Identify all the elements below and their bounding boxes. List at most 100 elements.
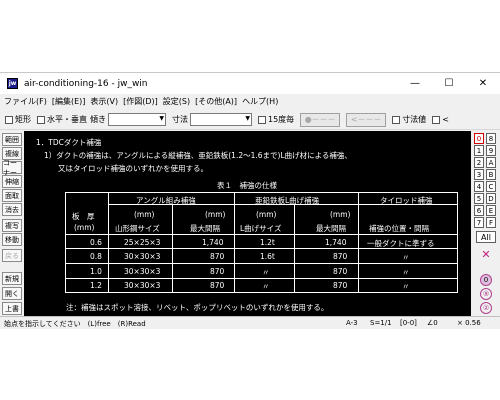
status-sheet[interactable]: A-3 <box>346 319 358 327</box>
window-title: air-conditioning-16 - jw_win <box>24 78 148 89</box>
maximize-button[interactable]: ☐ <box>432 73 466 94</box>
layer-3-button[interactable]: 3 <box>474 169 484 180</box>
cell-angle-size: 30×30×3 <box>124 252 161 261</box>
header-mm-1: (mm) <box>134 210 155 219</box>
layer-6-button[interactable]: 6 <box>474 205 484 216</box>
header-angle-size: 山形鋼サイズ <box>115 224 160 233</box>
layer-group-9-icon[interactable]: ⑨ <box>480 288 492 300</box>
open-file-button[interactable]: 開く <box>2 287 22 300</box>
cell-angle-size: 25×25×3 <box>124 238 161 247</box>
layer-5-button[interactable]: 5 <box>474 193 484 204</box>
rect-checkbox[interactable] <box>5 115 13 124</box>
drawing-canvas[interactable]: 1．TDCダクト補強 1）ダクトの補強は、アングルによる縦補強、亜鉛鉄板(1.2… <box>24 131 471 316</box>
cell-angle-size: 30×30×3 <box>124 267 161 276</box>
stretch-button[interactable]: 伸縮 <box>2 175 22 188</box>
layer-f-button[interactable]: F <box>486 217 496 228</box>
chamfer-button[interactable]: 面取 <box>2 189 22 202</box>
title-bar: jw air-conditioning-16 - jw_win — ☐ ✕ <box>0 73 500 94</box>
cell-max-2: 870 <box>333 267 348 276</box>
cell-thickness: 0.8 <box>90 252 102 261</box>
angle-select[interactable]: ▼ <box>108 113 166 126</box>
menu-file[interactable]: ファイル(F) <box>4 96 47 107</box>
circle-mode-button[interactable]: ●－－－ <box>300 112 341 127</box>
status-message: 始点を指示してください (L)free (R)Read <box>4 320 146 328</box>
erase-button[interactable]: 消去 <box>2 203 22 216</box>
layer-group-0-icon[interactable]: 0 <box>480 274 492 286</box>
status-bar: 始点を指示してください (L)free (R)Read A-3 S=1/1 [0… <box>0 316 500 329</box>
cell-max-1: 870 <box>210 267 225 276</box>
menu-help[interactable]: ヘルプ(H) <box>242 96 278 107</box>
header-pos-spacing: 補強の位置・間隔 <box>369 224 429 233</box>
layer-group-2-icon[interactable]: ② <box>480 302 492 314</box>
note-text: 注：補強はスポット溶接、リベット、ポップリベットのいずれかを使用する。 <box>66 303 329 312</box>
status-angle[interactable]: ∠0 <box>427 319 438 327</box>
cell-l-size: 1.2t <box>260 238 275 247</box>
deg15-checkbox[interactable] <box>258 115 266 124</box>
layer-b-button[interactable]: B <box>486 169 496 180</box>
undo-button[interactable]: 戻る <box>2 249 22 262</box>
layer-7-button[interactable]: 7 <box>474 217 484 228</box>
layer-4-button[interactable]: 4 <box>474 181 484 192</box>
dimvalue-label: 寸法値 <box>402 115 427 124</box>
status-scale[interactable]: S=1/1 <box>370 319 392 327</box>
lt-checkbox[interactable] <box>432 115 441 124</box>
new-file-button[interactable]: 新規 <box>2 272 22 285</box>
menu-settings[interactable]: 設定(S) <box>163 96 190 107</box>
menu-other[interactable]: [その他(A)] <box>195 96 237 107</box>
cell-max-2: 870 <box>333 252 348 261</box>
cell-max-2: 1,740 <box>325 238 347 247</box>
layer-e-button[interactable]: E <box>486 205 496 216</box>
status-layer[interactable]: [0-0] <box>400 319 417 327</box>
cell-max-1: 1,740 <box>202 238 224 247</box>
header-l-size: L曲げサイズ <box>240 224 282 233</box>
minimize-button[interactable]: — <box>398 73 432 94</box>
copy-button[interactable]: 複写 <box>2 219 22 232</box>
body-line-2: 又はタイロッド補強のいずれかを使用する。 <box>58 164 208 173</box>
app-icon: jw <box>7 78 18 89</box>
all-layers-button[interactable]: All <box>476 231 496 243</box>
cell-thickness: 1.2 <box>90 281 102 290</box>
layer-8-button[interactable]: 8 <box>486 133 496 144</box>
layer-2-button[interactable]: 2 <box>474 157 484 168</box>
table-line <box>358 192 359 293</box>
layer-a-button[interactable]: A <box>486 157 496 168</box>
cell-max-1: 870 <box>210 281 225 290</box>
overwrite-button[interactable]: 上書 <box>2 302 22 315</box>
layer-9-button[interactable]: 9 <box>486 145 496 156</box>
dimvalue-checkbox[interactable] <box>392 115 401 124</box>
table-line <box>65 278 458 279</box>
range-button[interactable]: 範囲 <box>2 133 22 146</box>
cell-thickness: 1.0 <box>90 267 102 276</box>
dim-select[interactable]: ▼ <box>190 113 252 126</box>
angle-label: 傾き <box>90 115 106 124</box>
cell-l-size: 〃 <box>262 268 270 277</box>
layer-0-button[interactable]: 0 <box>474 133 484 144</box>
toolbar: 矩形 水平・垂直 傾き ▼ 寸法 ▼ 15度毎 ●－－－ <－－－ 寸法値 < <box>0 110 500 130</box>
cell-max-1: 870 <box>210 252 225 261</box>
close-x-icon[interactable]: ✕ <box>476 248 496 261</box>
status-zoom[interactable]: × 0.56 <box>457 319 481 327</box>
app-window: jw air-conditioning-16 - jw_win — ☐ ✕ ファ… <box>0 72 500 329</box>
table-line <box>234 192 235 293</box>
menu-bar: ファイル(F) [編集(E)] 表示(V) [作図(D)] 設定(S) [その他… <box>0 94 500 109</box>
arrow-mode-button[interactable]: <－－－ <box>346 112 387 127</box>
header-mm-4: (mm) <box>330 210 351 219</box>
menu-draw[interactable]: [作図(D)] <box>123 96 158 107</box>
cell-angle-size: 30×30×3 <box>124 281 161 290</box>
header-angle: アングル組み補強 <box>136 196 196 205</box>
header-galv: 亜鉛鉄板L曲げ補強 <box>255 196 320 205</box>
layer-1-button[interactable]: 1 <box>474 145 484 156</box>
heading-text: 1．TDCダクト補強 <box>36 138 102 147</box>
hv-checkbox[interactable] <box>37 115 45 124</box>
layer-d-button[interactable]: D <box>486 193 496 204</box>
close-button[interactable]: ✕ <box>466 73 500 94</box>
menu-view[interactable]: 表示(V) <box>90 96 118 107</box>
layer-c-button[interactable]: C <box>486 181 496 192</box>
menu-edit[interactable]: [編集(E)] <box>52 96 86 107</box>
move-button[interactable]: 移動 <box>2 233 22 246</box>
cell-tierod: 〃 <box>402 282 410 291</box>
header-thickness: 板 厚 <box>72 212 95 221</box>
corner-button[interactable]: コーナー <box>2 159 22 177</box>
cell-tierod: 〃 <box>402 253 410 262</box>
cell-tierod: 〃 <box>402 268 410 277</box>
